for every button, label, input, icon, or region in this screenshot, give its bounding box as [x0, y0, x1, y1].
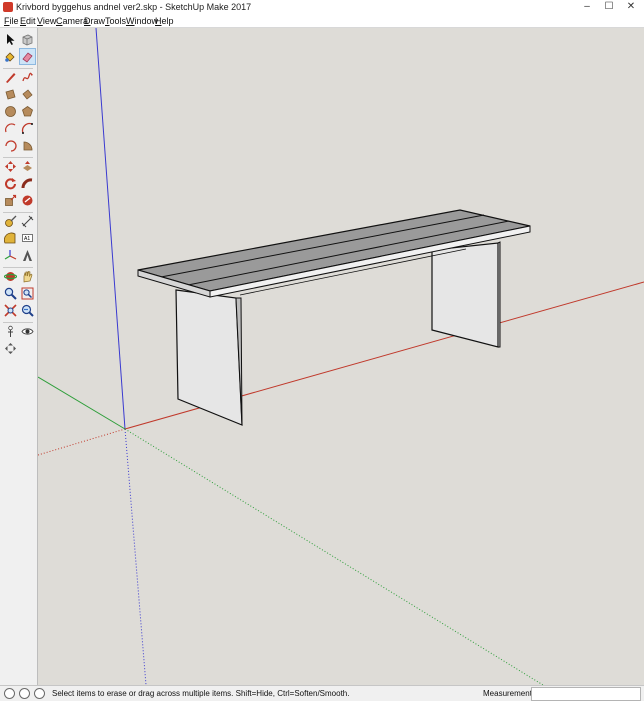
two-point-arc-icon[interactable]: [20, 121, 35, 136]
rectangle-icon[interactable]: [3, 87, 18, 102]
position-camera-icon[interactable]: [3, 324, 18, 339]
toolbar-separator: [3, 322, 33, 323]
rotate-icon[interactable]: [3, 176, 18, 191]
component-icon[interactable]: [20, 32, 35, 47]
measurements-label: Measurements: [483, 689, 536, 698]
eraser-icon[interactable]: [19, 48, 36, 65]
left-leg[interactable]: [175, 289, 243, 426]
tool-palette: A1: [0, 28, 38, 685]
orbit-icon[interactable]: [3, 269, 18, 284]
toolbar-separator: [3, 157, 33, 158]
menu-bar: File Edit View Camera Draw Tools Window …: [0, 15, 644, 28]
offset-icon[interactable]: [20, 193, 35, 208]
measurements-input[interactable]: [531, 687, 641, 701]
model-canvas[interactable]: [38, 28, 644, 685]
menu-draw[interactable]: Draw: [84, 16, 105, 26]
red-axis-negative: [38, 428, 126, 456]
maximize-button[interactable]: ☐: [598, 0, 620, 15]
pie-icon[interactable]: [20, 138, 35, 153]
blue-axis-negative: [124, 428, 147, 685]
paint-bucket-icon[interactable]: [3, 49, 18, 64]
right-leg-edge: [497, 241, 501, 348]
three-point-arc-icon[interactable]: [3, 138, 18, 153]
toolbar-separator: [3, 267, 33, 268]
freehand-icon[interactable]: [20, 70, 35, 85]
zoom-window-icon[interactable]: [20, 286, 35, 301]
previous-view-icon[interactable]: [20, 303, 35, 318]
green-axis-negative: [124, 428, 544, 685]
tape-measure-icon[interactable]: [3, 214, 18, 229]
green-axis: [38, 376, 126, 430]
3d-text-icon[interactable]: [20, 248, 35, 263]
close-button[interactable]: ✕: [620, 0, 642, 15]
text-icon[interactable]: A1: [20, 231, 35, 246]
move-icon[interactable]: [3, 159, 18, 174]
status-bar: Select items to erase or drag across mul…: [0, 685, 644, 701]
walk-icon[interactable]: [3, 341, 18, 356]
menu-help[interactable]: Help: [155, 16, 174, 26]
window-title: Krivbord byggehus andnel ver2.skp - Sket…: [16, 2, 252, 12]
menu-window[interactable]: Window: [126, 16, 158, 26]
pan-hand-icon[interactable]: [20, 269, 35, 284]
polygon-icon[interactable]: [20, 104, 35, 119]
sketchup-logo-icon: [3, 2, 13, 12]
arc-icon[interactable]: [3, 121, 18, 136]
select-arrow-icon[interactable]: [3, 32, 18, 47]
toolbar-separator: [3, 212, 33, 213]
right-leg[interactable]: [431, 242, 499, 348]
dimension-icon[interactable]: [20, 214, 35, 229]
menu-view[interactable]: View: [37, 16, 56, 26]
blue-axis: [95, 28, 126, 430]
drawing-area-viewport[interactable]: [38, 28, 644, 685]
credits-icon[interactable]: [19, 688, 30, 699]
push-pull-icon[interactable]: [20, 159, 35, 174]
svg-text:A1: A1: [24, 236, 30, 242]
circle-icon[interactable]: [3, 104, 18, 119]
status-icons: [4, 688, 49, 700]
rotated-rectangle-icon[interactable]: [20, 87, 35, 102]
minimize-button[interactable]: –: [576, 0, 598, 15]
menu-file[interactable]: File: [4, 16, 19, 26]
follow-me-icon[interactable]: [20, 176, 35, 191]
title-bar: Krivbord byggehus andnel ver2.skp - Sket…: [0, 0, 644, 15]
zoom-icon[interactable]: [3, 286, 18, 301]
scale-icon[interactable]: [3, 193, 18, 208]
look-around-icon[interactable]: [20, 324, 35, 339]
zoom-extents-icon[interactable]: [3, 303, 18, 318]
menu-tools[interactable]: Tools: [105, 16, 126, 26]
bench-model[interactable]: [137, 209, 531, 426]
protractor-icon[interactable]: [3, 231, 18, 246]
geo-location-icon[interactable]: [4, 688, 15, 699]
pencil-icon[interactable]: [3, 70, 18, 85]
user-icon[interactable]: [34, 688, 45, 699]
menu-edit[interactable]: Edit: [20, 16, 36, 26]
status-message: Select items to erase or drag across mul…: [52, 689, 350, 698]
toolbar-separator: [3, 68, 33, 69]
axes-icon[interactable]: [3, 248, 18, 263]
